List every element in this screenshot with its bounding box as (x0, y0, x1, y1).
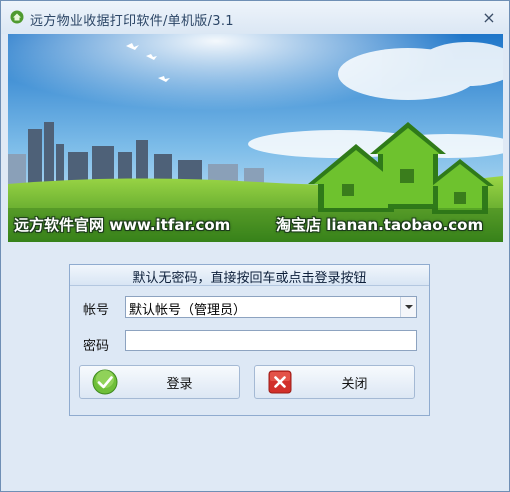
login-hint: 默认无密码，直接按回车或点击登录按钮 (132, 271, 367, 286)
account-select-value: 默认帐号（管理员） (129, 303, 247, 318)
password-label: 密码 (83, 339, 110, 354)
app-icon (10, 10, 24, 24)
banner-image: 远方软件官网 www.itfar.com 淘宝店 lianan.taobao.c… (8, 34, 503, 242)
login-button[interactable]: 登录 (79, 365, 240, 399)
close-x-icon (268, 370, 292, 394)
account-select[interactable]: 默认帐号（管理员） (125, 296, 417, 318)
close-icon: × (482, 8, 496, 27)
title-bar: 远方物业收据打印软件/单机版/3.1 × (1, 1, 509, 34)
password-input[interactable] (125, 330, 417, 351)
banner-shop-text: 淘宝店 lianan.taobao.com (276, 216, 484, 234)
window-title: 远方物业收据打印软件/单机版/3.1 (30, 14, 234, 29)
close-button[interactable]: 关闭 (254, 365, 415, 399)
account-label: 帐号 (83, 303, 110, 318)
chevron-down-icon[interactable] (400, 297, 416, 317)
login-panel: 默认无密码，直接按回车或点击登录按钮 帐号 默认帐号（管理员） 密码 登录 关闭 (69, 264, 430, 416)
banner-website-text: 远方软件官网 www.itfar.com (14, 216, 231, 234)
login-button-label: 登录 (166, 377, 193, 392)
login-panel-header: 默认无密码，直接按回车或点击登录按钮 (70, 265, 429, 286)
window-close-button[interactable]: × (481, 10, 497, 26)
close-button-label: 关闭 (341, 377, 368, 392)
login-window: 远方物业收据打印软件/单机版/3.1 × 远方软件官网 www.itfar.co… (0, 0, 510, 492)
check-icon (92, 369, 118, 395)
